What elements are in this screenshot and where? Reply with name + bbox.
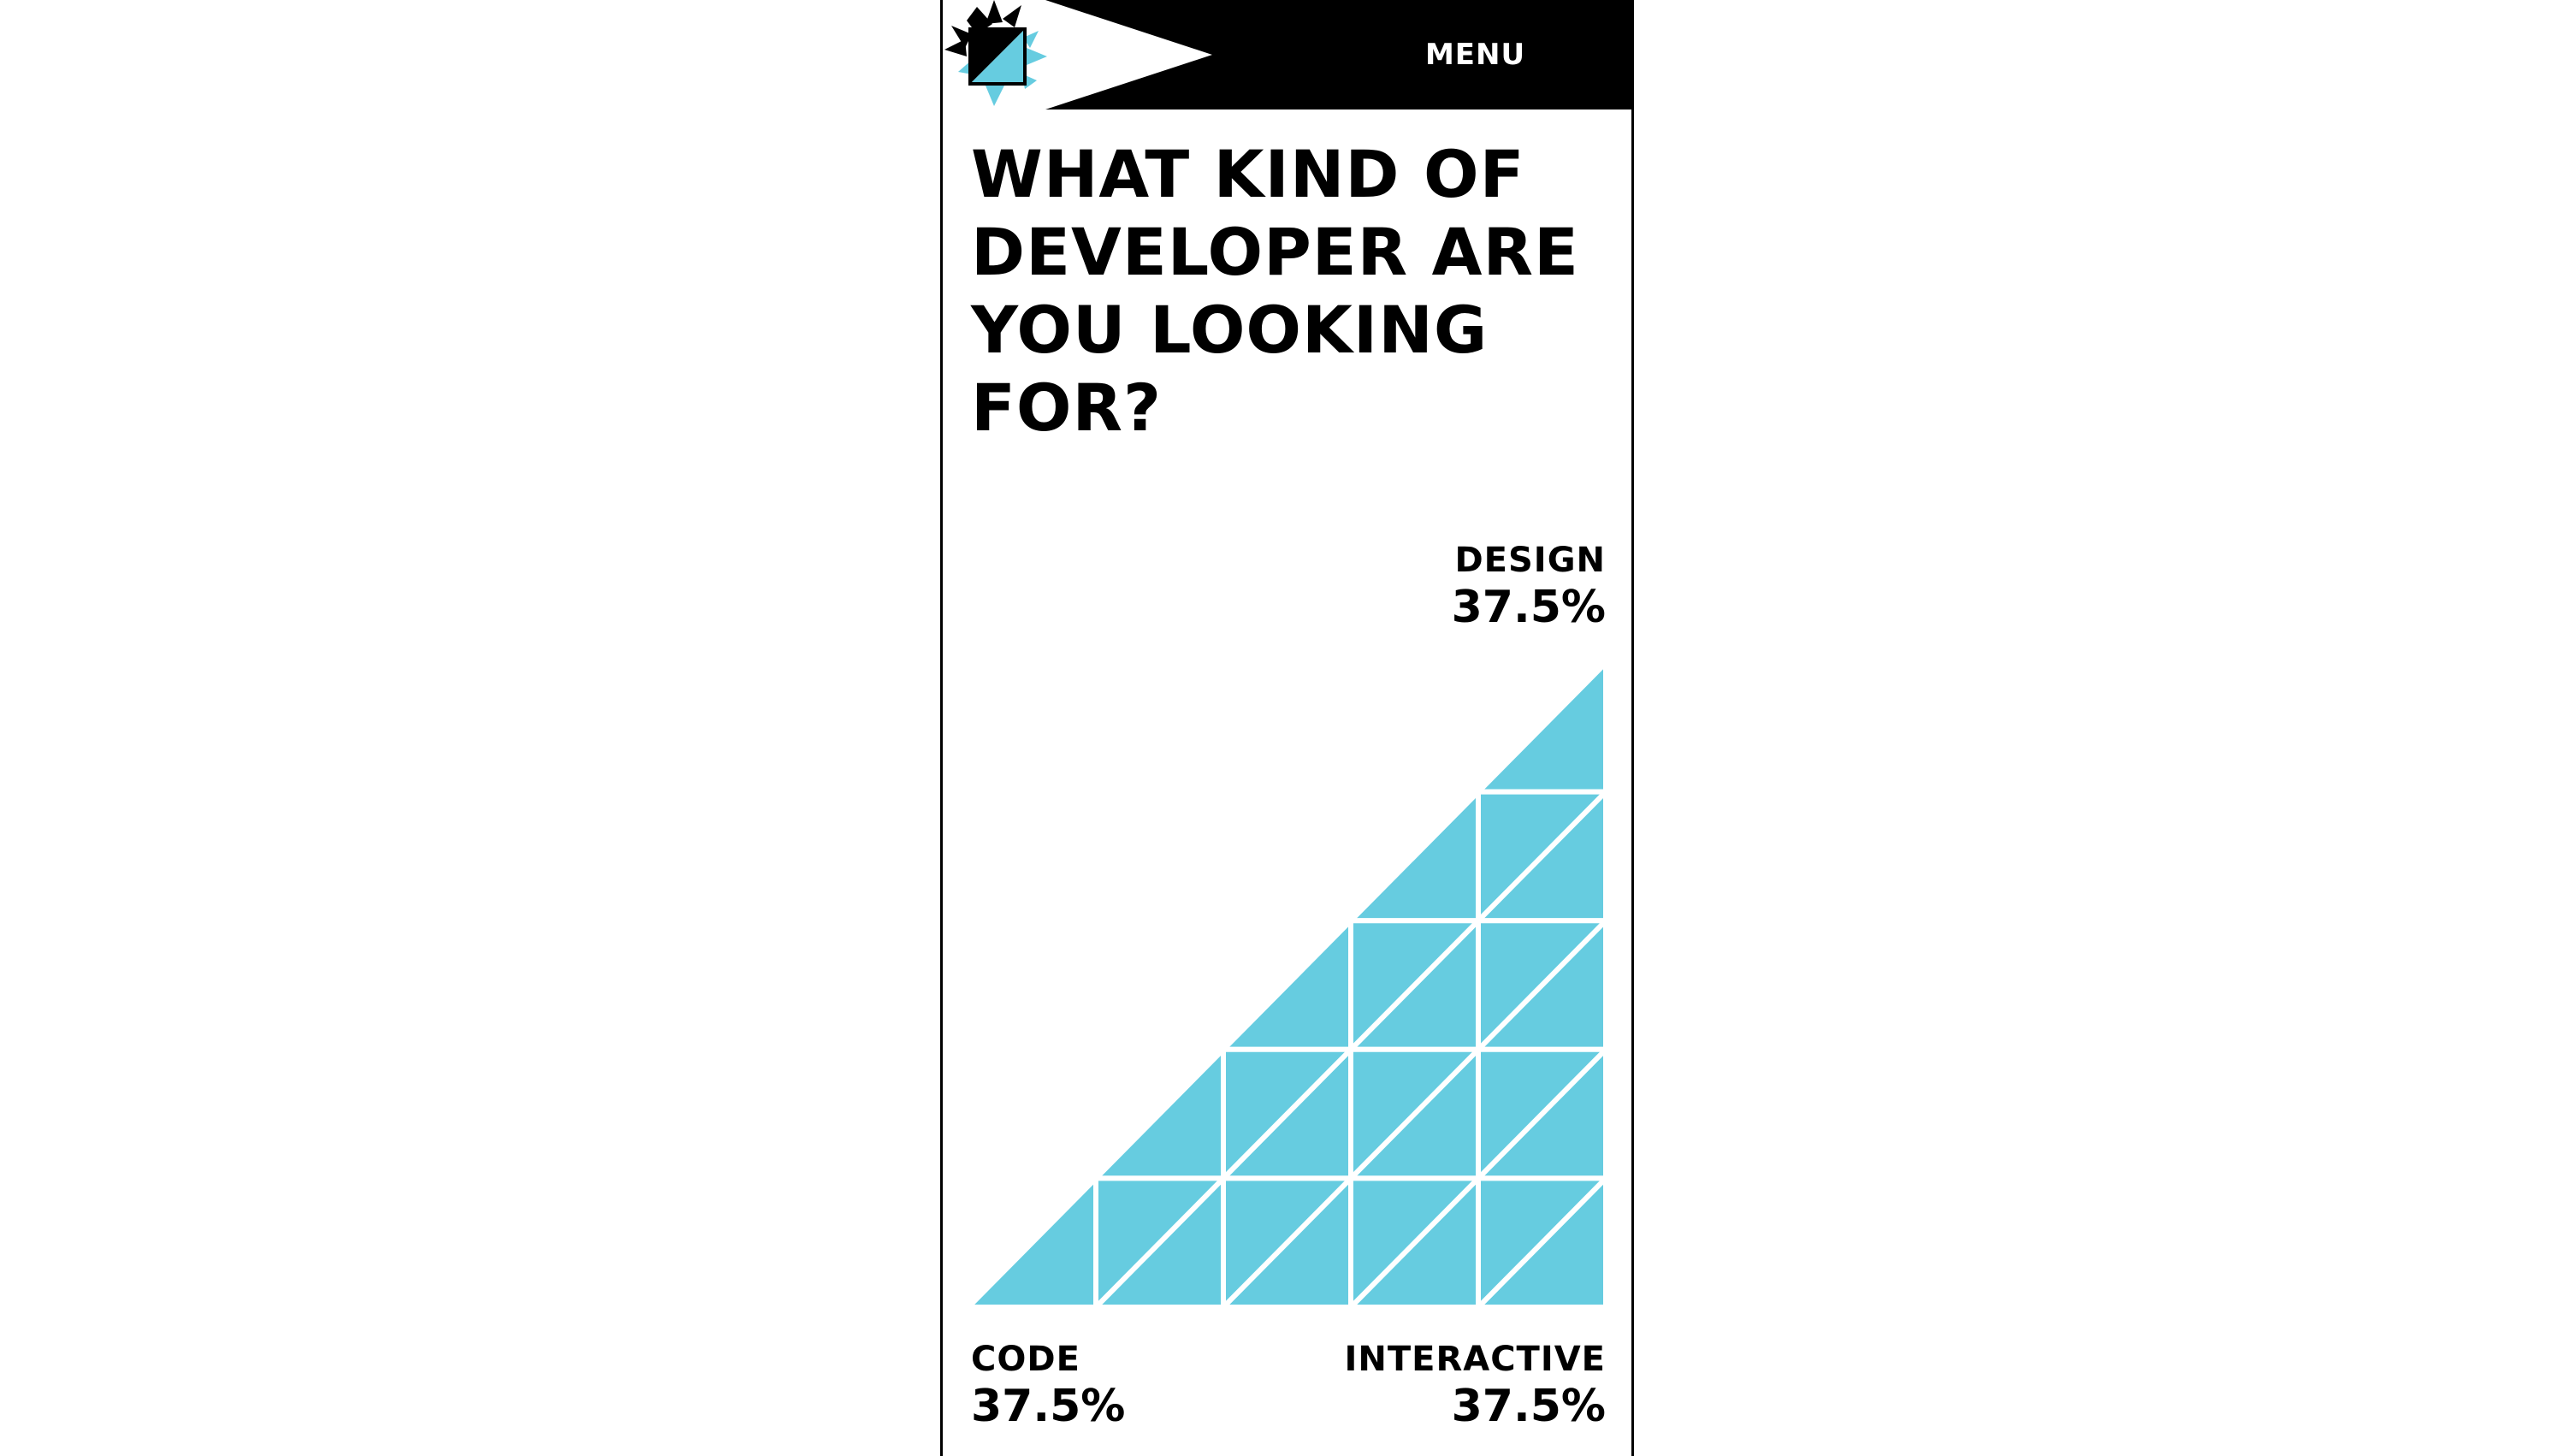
starburst-logo-icon[interactable] xyxy=(943,0,1063,109)
grid-cell-triangle[interactable] xyxy=(962,1172,1098,1310)
mobile-viewport: MENU WHAT KIND OF DEVELOPER ARE YOU LOOK… xyxy=(940,0,1634,1456)
grid-cell-triangle[interactable] xyxy=(1216,914,1353,1052)
grid-cell-triangle[interactable] xyxy=(1471,656,1608,795)
page-title: WHAT KIND OF DEVELOPER ARE YOU LOOKING F… xyxy=(971,136,1579,446)
vertex-name: DESIGN xyxy=(1454,541,1606,580)
vertex-label-design: DESIGN 37.5% xyxy=(1452,539,1606,633)
ternary-grid xyxy=(962,656,1613,1314)
page-canvas: MENU WHAT KIND OF DEVELOPER ARE YOU LOOK… xyxy=(0,0,2575,1456)
vertex-name: INTERACTIVE xyxy=(1344,1340,1606,1379)
menu-button[interactable]: MENU xyxy=(1319,0,1631,109)
vertex-value: 37.5% xyxy=(1451,582,1606,633)
vertex-label-code: CODE 37.5% xyxy=(971,1338,1125,1432)
grid-cell-triangle[interactable] xyxy=(1089,1043,1226,1181)
vertex-value: 37.5% xyxy=(1451,1381,1606,1432)
vertex-label-interactive: INTERACTIVE 37.5% xyxy=(1344,1338,1606,1432)
vertex-value: 37.5% xyxy=(971,1381,1126,1432)
vertex-name: CODE xyxy=(971,1340,1080,1379)
grid-cell-triangle[interactable] xyxy=(1344,785,1481,924)
